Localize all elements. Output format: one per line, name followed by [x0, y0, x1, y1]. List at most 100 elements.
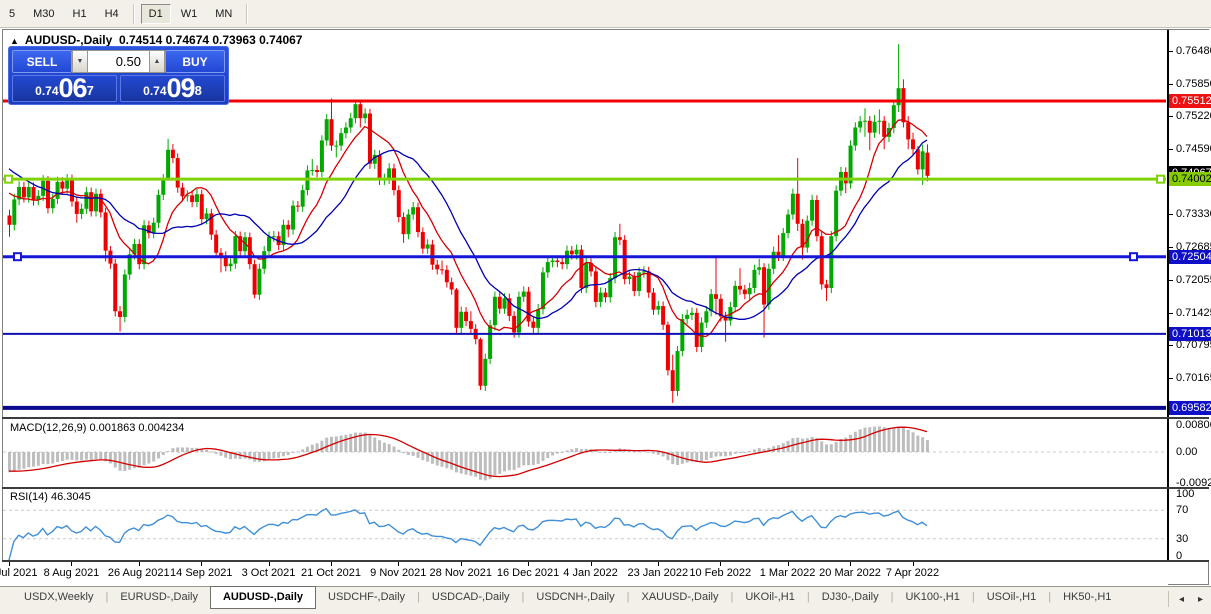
date-tick [201, 562, 202, 566]
one-click-trading-panel: SELL ▼ ▲ BUY 0.74067 0.74098 [8, 46, 229, 105]
rsi-header: RSI(14) 46.3045 [10, 491, 91, 503]
timeframe-button-mn[interactable]: MN [207, 4, 240, 24]
price-tick [1169, 116, 1173, 117]
date-tick [591, 562, 592, 566]
timeframe-toolbar: 5M30H1H4 D1W1MN [0, 0, 1211, 28]
price-tick-label: 0.70795 [1176, 339, 1211, 351]
price-tick-label: 0.73330 [1176, 208, 1211, 220]
date-tick-label: 23 Jan 2022 [628, 567, 689, 579]
chart-tab-audusd-daily[interactable]: AUDUSD-,Daily [210, 586, 316, 609]
timeframe-button-d1[interactable]: D1 [141, 4, 171, 24]
price-badge-0.72504: 0.72504 [1169, 250, 1211, 264]
sell-price-display[interactable]: 0.74067 [12, 75, 117, 102]
timeframe-button-h4[interactable]: H4 [97, 4, 127, 24]
price-tick [1169, 214, 1173, 215]
price-badge-0.74002: 0.74002 [1169, 172, 1211, 186]
date-tick [9, 562, 10, 566]
chart-tab-ukoil-h1[interactable]: UKOil-,H1 [733, 587, 807, 608]
sell-price-prefix: 0.74 [35, 81, 58, 101]
chart-tab-dj30-daily[interactable]: DJ30-,Daily [810, 587, 891, 608]
date-tick-label: 14 Sep 2021 [170, 567, 232, 579]
date-tick [528, 562, 529, 566]
price-axis: 0.764800.758500.752200.745900.733300.726… [1168, 30, 1211, 562]
timeframe-button-h1[interactable]: H1 [65, 4, 95, 24]
buy-price-big-digits: 09 [167, 75, 195, 101]
volume-increase-button[interactable]: ▲ [149, 50, 165, 73]
chart-tab-bar: USDX,Weekly|EURUSD-,DailyAUDUSD-,DailyUS… [0, 586, 1211, 614]
date-tick-label: 9 Nov 2021 [370, 567, 426, 579]
chart-tab-usdcad-daily[interactable]: USDCAD-,Daily [420, 587, 522, 608]
volume-decrease-button[interactable]: ▼ [72, 50, 88, 73]
hline-handle-level-0.74002[interactable] [5, 176, 12, 183]
date-tick [720, 562, 721, 566]
price-tick-label: 0.71425 [1176, 307, 1211, 319]
timeframe-button-w1[interactable]: W1 [173, 4, 206, 24]
macd-header: MACD(12,26,9) 0.001863 0.004234 [10, 422, 184, 434]
chart-tab-xauusd-daily[interactable]: XAUUSD-,Daily [629, 587, 730, 608]
chart-symbol-label: AUDUSD-,Daily [25, 33, 112, 47]
chart-tab-hk50-h1[interactable]: HK50-,H1 [1051, 587, 1123, 608]
price-tick [1169, 280, 1173, 281]
main-macd-separator[interactable] [2, 417, 1209, 419]
price-tick [1169, 345, 1173, 346]
price-tick [1169, 149, 1173, 150]
hline-handle-support-0.72504[interactable] [1130, 253, 1137, 260]
tabs-scroll-left-button[interactable]: ◂ [1175, 592, 1188, 607]
date-tick-label: 7 Apr 2022 [886, 567, 939, 579]
price-tick-label: 0.70165 [1176, 372, 1211, 384]
rsi-line [9, 509, 927, 560]
buy-price-display[interactable]: 0.74098 [120, 75, 225, 102]
price-tick [1169, 313, 1173, 314]
date-tick-label: 4 Jan 2022 [563, 567, 617, 579]
date-tick-label: 8 Aug 2021 [44, 567, 100, 579]
chart-tab-usdcnh-daily[interactable]: USDCNH-,Daily [524, 587, 626, 608]
tabs-scroll-right-button[interactable]: ▸ [1194, 592, 1207, 607]
price-badge-0.71013: 0.71013 [1169, 327, 1211, 341]
hline-handle-level-0.74002[interactable] [1157, 176, 1164, 183]
price-tick [1169, 247, 1173, 248]
date-tick [850, 562, 851, 566]
date-tick [139, 562, 140, 566]
date-tick [71, 562, 72, 566]
collapse-triangle-icon[interactable]: ▲ [10, 36, 19, 46]
date-tick-label: 1 Mar 2022 [760, 567, 816, 579]
trading-terminal: 5M30H1H4 D1W1MN ▲ AUDUSD-,Daily 0.74514 0.… [0, 0, 1211, 614]
date-axis: 20 Jul 20218 Aug 202126 Aug 202114 Sep 2… [2, 562, 1168, 585]
timeframe-button-5[interactable]: 5 [1, 4, 23, 24]
buy-price-pip: 8 [195, 76, 202, 102]
timeframe-button-m30[interactable]: M30 [25, 4, 62, 24]
price-tick-label: 0.76480 [1176, 45, 1211, 57]
date-tick [461, 562, 462, 566]
macd-rsi-separator[interactable] [2, 487, 1209, 489]
hline-handle-support-0.72504[interactable] [14, 253, 21, 260]
chart-tab-uk100-h1[interactable]: UK100-,H1 [893, 587, 971, 608]
date-tick-label: 20 Mar 2022 [819, 567, 881, 579]
date-tick-label: 10 Feb 2022 [689, 567, 751, 579]
date-tick-label: 3 Oct 2021 [242, 567, 296, 579]
buy-price-prefix: 0.74 [143, 81, 166, 101]
sell-price-big-digits: 06 [59, 75, 87, 101]
sell-button[interactable]: SELL [12, 50, 72, 73]
date-tick [913, 562, 914, 566]
chart-ohlc-label: 0.74514 0.74674 0.73963 0.74067 [119, 33, 303, 47]
rsi-axis-label: 30 [1176, 533, 1188, 545]
date-tick-label: 28 Nov 2021 [430, 567, 492, 579]
volume-input[interactable] [88, 50, 149, 73]
chart-tab-usdchf-daily[interactable]: USDCHF-,Daily [316, 587, 417, 608]
price-tick-label: 0.75850 [1176, 78, 1211, 90]
date-tick [331, 562, 332, 566]
date-tick [788, 562, 789, 566]
macd-histogram [8, 426, 929, 480]
price-tick-label: 0.72055 [1176, 274, 1211, 286]
date-tick [658, 562, 659, 566]
chart-tab-usoil-h1[interactable]: USOil-,H1 [975, 587, 1049, 608]
macd-axis-label: 0.008061 [1176, 419, 1211, 431]
buy-button[interactable]: BUY [165, 50, 225, 73]
price-tick [1169, 378, 1173, 379]
chart-title: ▲ AUDUSD-,Daily 0.74514 0.74674 0.73963 0… [10, 33, 302, 47]
price-tick-label: 0.74590 [1176, 143, 1211, 155]
chart-tab-usdx-weekly[interactable]: USDX,Weekly [12, 587, 105, 608]
toolbar-separator [246, 4, 248, 24]
chart-tab-eurusd-daily[interactable]: EURUSD-,Daily [108, 587, 210, 608]
date-tick [269, 562, 270, 566]
